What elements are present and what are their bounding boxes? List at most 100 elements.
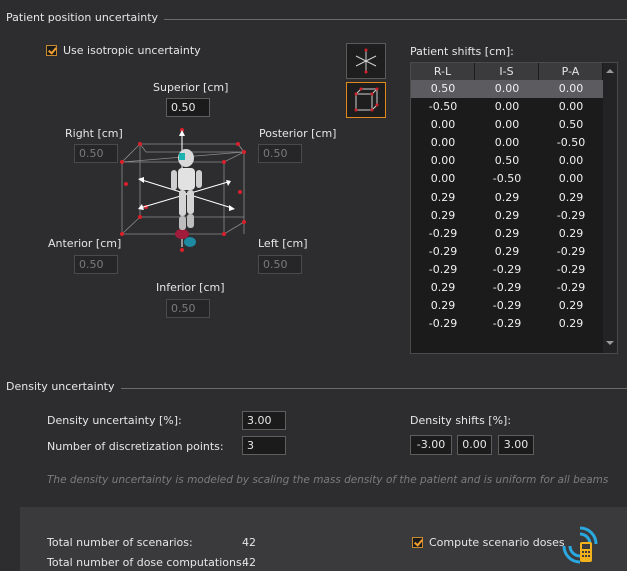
- compute-scenario-doses-label[interactable]: Compute scenario doses: [429, 536, 565, 549]
- table-cell: -0.29: [556, 208, 586, 222]
- table-cell: -0.29: [556, 262, 586, 276]
- table-cell: 0.29: [494, 244, 520, 258]
- table-cell: -0.29: [428, 317, 458, 331]
- cube-view-button[interactable]: [346, 82, 386, 118]
- table-cell: -0.29: [556, 244, 586, 258]
- density-section-title: Density uncertainty: [6, 380, 121, 393]
- patient-section-title: Patient position uncertainty: [6, 11, 165, 24]
- density-shift-value: 3.00: [498, 435, 534, 455]
- total-scenarios-label: Total number of scenarios:: [47, 536, 193, 549]
- cube-view-icon: [354, 87, 379, 112]
- table-row[interactable]: -0.29 0.29 0.29: [411, 225, 603, 243]
- table-row[interactable]: -0.29 -0.29 -0.29: [411, 261, 603, 279]
- axes-view-button[interactable]: [346, 43, 386, 79]
- table-cell: 0.00: [558, 100, 584, 114]
- left-input[interactable]: 0.50: [258, 255, 302, 274]
- scroll-down-icon[interactable]: [606, 341, 614, 345]
- table-cell: 0.29: [494, 208, 520, 222]
- table-cell: -0.29: [428, 244, 458, 258]
- table-cell: 0.29: [558, 190, 584, 204]
- table-cell: -0.29: [492, 262, 522, 276]
- table-cell: -0.29: [428, 226, 458, 240]
- inferior-input[interactable]: 0.50: [166, 299, 210, 318]
- scroll-up-icon[interactable]: [606, 69, 614, 73]
- table-cell: 0.00: [430, 154, 456, 168]
- table-cell: 0.00: [430, 136, 456, 150]
- table-row[interactable]: 0.29 0.29 -0.29: [411, 207, 603, 225]
- table-cell: 0.29: [494, 190, 520, 204]
- table-row[interactable]: -0.29 -0.29 0.29: [411, 315, 603, 333]
- table-scrollbar[interactable]: [603, 63, 617, 353]
- patient-uncertainty-cube: [120, 128, 246, 252]
- patient-shifts-title: Patient shifts [cm]:: [410, 45, 514, 58]
- table-cell: 0.00: [494, 82, 520, 95]
- table-cell: 0.29: [558, 226, 584, 240]
- table-row[interactable]: 0.00 -0.50 0.00: [411, 170, 603, 188]
- table-row[interactable]: 0.00 0.00 -0.50: [411, 134, 603, 152]
- table-header: R-L I-S P-A: [411, 63, 603, 80]
- table-cell: 0.29: [430, 281, 456, 295]
- table-cell: 0.00: [494, 100, 520, 114]
- table-cell: 0.29: [494, 226, 520, 240]
- column-header-rl[interactable]: R-L: [411, 63, 475, 80]
- density-uncertainty-label: Density uncertainty [%]:: [47, 414, 182, 427]
- table-cell: 0.00: [558, 82, 584, 95]
- table-cell: 0.29: [430, 190, 456, 204]
- posterior-label: Posterior [cm]: [259, 127, 337, 140]
- table-cell: 0.00: [430, 172, 456, 186]
- isotropic-checkbox[interactable]: [46, 45, 57, 56]
- density-shifts-label: Density shifts [%]:: [410, 414, 512, 427]
- table-row[interactable]: 0.50 0.00 0.00: [411, 80, 603, 99]
- superior-input[interactable]: 0.50: [166, 98, 210, 117]
- right-label: Right [cm]: [65, 127, 123, 140]
- table-cell: 0.50: [430, 82, 456, 95]
- left-label: Left [cm]: [258, 237, 308, 250]
- table-cell: -0.29: [428, 262, 458, 276]
- posterior-input[interactable]: 0.50: [258, 144, 302, 163]
- table-cell: 0.29: [430, 208, 456, 222]
- table-cell: -0.50: [428, 100, 458, 114]
- total-computations-value: 42: [242, 556, 256, 569]
- table-cell: -0.29: [492, 299, 522, 313]
- table-row[interactable]: 0.29 -0.29 -0.29: [411, 279, 603, 297]
- table-row[interactable]: -0.29 0.29 -0.29: [411, 243, 603, 261]
- table-row[interactable]: -0.50 0.00 0.00: [411, 98, 603, 116]
- discretization-points-input[interactable]: 3: [242, 436, 286, 455]
- table-cell: 0.50: [494, 154, 520, 168]
- density-uncertainty-input[interactable]: 3.00: [242, 411, 286, 430]
- compute-doses-icon: [562, 526, 598, 564]
- table-body: 0.50 0.00 0.00 -0.50 0.00 0.00 0.00 0.00 0.50 0.0…: [411, 80, 603, 333]
- column-header-pa[interactable]: P-A: [539, 63, 603, 80]
- table-row[interactable]: 0.29 -0.29 0.29: [411, 297, 603, 315]
- table-cell: -0.29: [492, 317, 522, 331]
- anterior-input[interactable]: 0.50: [74, 255, 118, 274]
- table-cell: 0.50: [558, 118, 584, 132]
- table-cell: 0.29: [558, 299, 584, 313]
- total-scenarios-value: 42: [242, 536, 256, 549]
- density-shift-value: 0.00: [457, 435, 492, 455]
- axes-view-icon: [355, 48, 377, 74]
- table-cell: -0.50: [556, 136, 586, 150]
- table-cell: 0.00: [558, 154, 584, 168]
- column-header-is[interactable]: I-S: [475, 63, 539, 80]
- table-cell: -0.29: [556, 281, 586, 295]
- table-cell: -0.50: [492, 172, 522, 186]
- table-row[interactable]: 0.29 0.29 0.29: [411, 189, 603, 207]
- table-cell: 0.00: [558, 172, 584, 186]
- superior-label: Superior [cm]: [153, 81, 229, 94]
- table-cell: 0.00: [494, 118, 520, 132]
- right-input[interactable]: 0.50: [74, 144, 118, 163]
- table-row[interactable]: 0.00 0.50 0.00: [411, 152, 603, 170]
- anterior-label: Anterior [cm]: [48, 237, 122, 250]
- table-cell: -0.29: [492, 281, 522, 295]
- total-computations-label: Total number of dose computations:: [47, 556, 246, 569]
- density-note: The density uncertainty is modeled by sc…: [47, 474, 609, 486]
- table-cell: 0.29: [558, 317, 584, 331]
- table-row[interactable]: 0.00 0.00 0.50: [411, 116, 603, 134]
- table-cell: 0.29: [430, 299, 456, 313]
- table-cell: 0.00: [430, 118, 456, 132]
- inferior-label: Inferior [cm]: [156, 281, 225, 294]
- compute-scenario-doses-checkbox[interactable]: [412, 537, 423, 548]
- isotropic-label[interactable]: Use isotropic uncertainty: [63, 44, 201, 57]
- patient-shifts-table[interactable]: R-L I-S P-A 0.50 0.00 0.00 -0.50 0.00 0.00 0.0…: [410, 62, 618, 354]
